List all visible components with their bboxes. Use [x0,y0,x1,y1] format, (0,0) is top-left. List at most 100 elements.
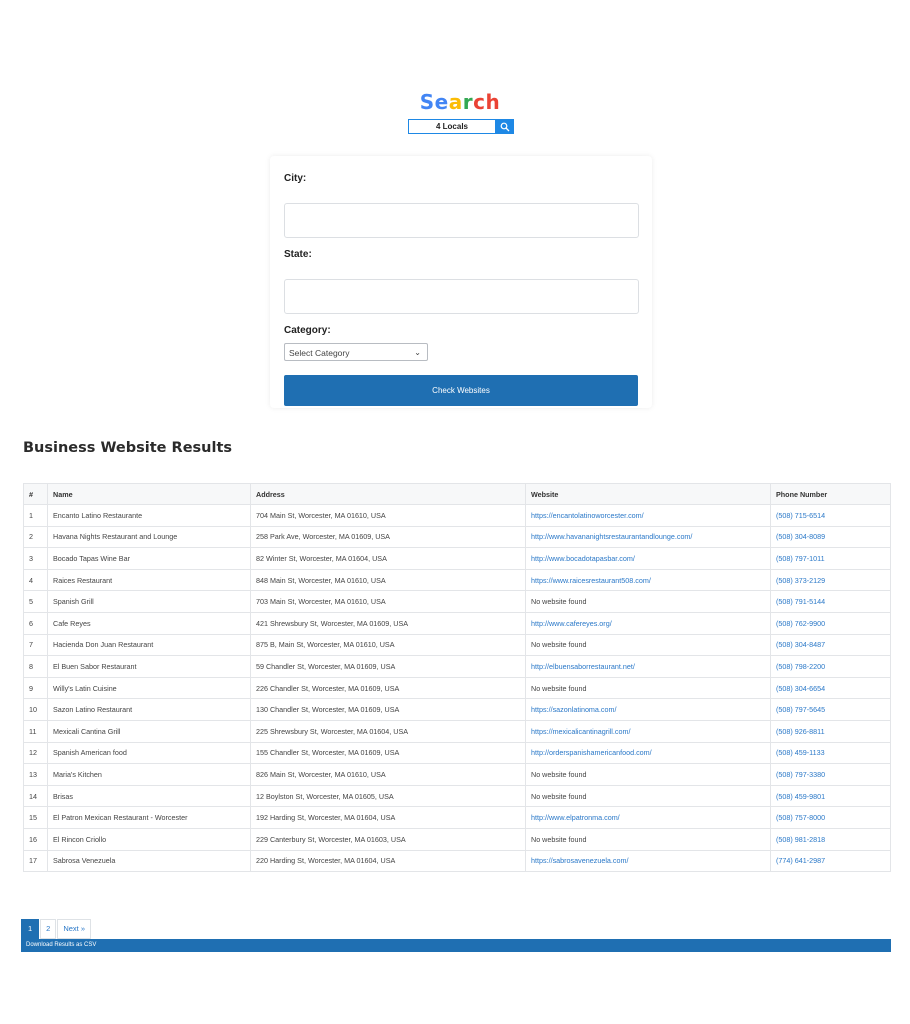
business-phone[interactable]: (508) 304-6654 [770,676,891,700]
business-website[interactable]: https://sazonlatinoma.com/ [525,698,771,721]
results-table: # Name Address Website Phone Number 1 Enc… [23,483,891,873]
business-phone[interactable]: (508) 791-5144 [770,590,891,613]
business-phone[interactable]: (508) 798-2200 [770,655,891,678]
business-phone[interactable]: (508) 797-3380 [770,763,891,786]
download-csv-button[interactable]: Download Results as CSV [21,939,891,952]
next-page-button[interactable]: Next » [57,919,92,939]
table-row: 14 Brisas 12 Boylston St, Worcester, MA 01… [23,784,891,808]
business-address: 220 Harding St, Worcester, MA 01604, USA [250,849,526,873]
business-website[interactable]: http://www.cafereyes.org/ [525,611,771,635]
business-phone[interactable]: (508) 459-1133 [770,741,891,765]
business-address: 130 Chandler St, Worcester, MA 01609, US… [250,698,526,721]
business-website: No website found [525,763,771,786]
business-name: Spanish American food [47,741,251,765]
page-2-button[interactable]: 2 [40,919,57,939]
business-website[interactable]: http://orderspanishamericanfood.com/ [525,741,771,765]
state-input[interactable] [284,279,639,314]
logo-letter: h [485,90,501,114]
business-address: 875 B, Main St, Worcester, MA 01610, USA [250,633,526,657]
business-name: Havana Nights Restaurant and Lounge [47,525,251,549]
business-address: 848 Main St, Worcester, MA 01610, USA [250,568,526,592]
chevron-down-icon: ⌄ [414,348,421,357]
business-name: Willy's Latin Cuisine [47,676,251,700]
table-row: 13 Maria's Kitchen 826 Main St, Worcester,… [23,763,891,786]
business-website[interactable]: http://www.havananightsrestaurantandloun… [525,525,771,549]
business-address: 704 Main St, Worcester, MA 01610, USA [250,504,526,527]
business-phone[interactable]: (508) 757-8000 [770,806,891,829]
business-address: 12 Boylston St, Worcester, MA 01605, USA [250,784,526,808]
business-name: El Rincon Criollo [47,827,251,851]
table-row: 16 El Rincon Criollo 229 Canterbury St, Wo… [23,827,891,851]
row-number: 5 [23,590,48,613]
business-address: 226 Chandler St, Worcester, MA 01609, US… [250,676,526,700]
table-row: 10 Sazon Latino Restaurant 130 Chandler St… [23,698,891,721]
business-name: Brisas [47,784,251,808]
check-websites-button[interactable]: Check Websites [284,375,638,406]
business-phone[interactable]: (508) 797-5645 [770,698,891,721]
business-website[interactable]: http://www.elpatronma.com/ [525,806,771,829]
results-title: Business Website Results [23,440,233,456]
business-address: 826 Main St, Worcester, MA 01610, USA [250,763,526,786]
business-website[interactable]: http://www.bocadotapasbar.com/ [525,547,771,570]
table-row: 12 Spanish American food 155 Chandler St, … [23,741,891,765]
business-address: 192 Harding St, Worcester, MA 01604, USA [250,806,526,829]
business-website: No website found [525,784,771,808]
business-name: Spanish Grill [47,590,251,613]
business-name: Mexicali Cantina Grill [47,719,251,743]
business-website: No website found [525,590,771,613]
city-input[interactable] [284,203,639,238]
business-phone[interactable]: (508) 981-2818 [770,827,891,851]
business-website: No website found [525,827,771,851]
row-number: 7 [23,633,48,657]
row-number: 2 [23,525,48,549]
business-website[interactable]: http://elbuensaborrestaurant.net/ [525,655,771,678]
business-website[interactable]: https://mexicalicantinagrill.com/ [525,719,771,743]
row-number: 15 [23,806,48,829]
business-name: El Buen Sabor Restaurant [47,655,251,678]
business-name: Maria's Kitchen [47,763,251,786]
category-label: Category: [284,325,331,336]
column-header-address: Address [250,483,526,505]
business-name: Sazon Latino Restaurant [47,698,251,721]
business-address: 155 Chandler St, Worcester, MA 01609, US… [250,741,526,765]
logo-letter: a [448,90,463,114]
row-number: 1 [23,504,48,527]
row-number: 13 [23,763,48,786]
business-phone[interactable]: (508) 715-6514 [770,504,891,527]
business-website[interactable]: https://www.raicesrestaurant508.com/ [525,568,771,592]
table-row: 8 El Buen Sabor Restaurant 59 Chandler St,… [23,655,891,678]
business-phone[interactable]: (508) 797-1011 [770,547,891,570]
table-row: 4 Raices Restaurant 848 Main St, Worcester… [23,568,891,592]
business-website: No website found [525,633,771,657]
table-row: 1 Encanto Latino Restaurante 704 Main St, … [23,504,891,527]
category-select[interactable]: Select Category ⌄ [284,343,428,361]
column-header-name: Name [47,483,251,505]
business-phone[interactable]: (508) 459-9801 [770,784,891,808]
table-header-row: # Name Address Website Phone Number [23,483,891,505]
row-number: 4 [23,568,48,592]
page-1-button[interactable]: 1 [21,919,40,939]
business-address: 258 Park Ave, Worcester, MA 01609, USA [250,525,526,549]
business-phone[interactable]: (508) 304-8089 [770,525,891,549]
column-header-number: # [23,483,48,505]
business-phone[interactable]: (508) 373-2129 [770,568,891,592]
business-name: Encanto Latino Restaurante [47,504,251,527]
business-phone[interactable]: (508) 304-8487 [770,633,891,657]
logo-search-text: 4 Locals [408,119,495,134]
site-logo: Search [0,90,910,114]
business-phone[interactable]: (508) 762-9900 [770,611,891,635]
table-row: 17 Sabrosa Venezuela 220 Harding St, Worce… [23,849,891,873]
row-number: 10 [23,698,48,721]
business-phone[interactable]: (508) 926-8811 [770,719,891,743]
business-website[interactable]: https://sabrosavenezuela.com/ [525,849,771,873]
row-number: 8 [23,655,48,678]
logo-letter: e [434,90,449,114]
table-row: 3 Bocado Tapas Wine Bar 82 Winter St, Worc… [23,547,891,570]
search-form-card: City: State: Category: Select Category ⌄… [270,156,652,408]
table-row: 2 Havana Nights Restaurant and Lounge 258 … [23,525,891,549]
business-name: Bocado Tapas Wine Bar [47,547,251,570]
business-phone[interactable]: (774) 641-2987 [770,849,891,873]
business-name: Raices Restaurant [47,568,251,592]
row-number: 3 [23,547,48,570]
business-website[interactable]: https://encantolatinoworcester.com/ [525,504,771,527]
